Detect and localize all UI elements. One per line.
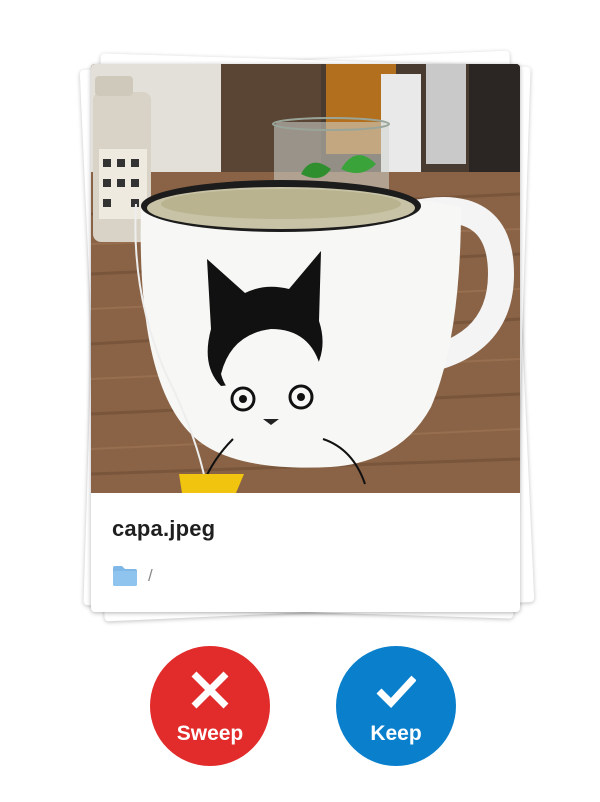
file-name: capa.jpeg <box>112 516 216 541</box>
keep-button[interactable]: Keep <box>336 646 456 766</box>
file-path: / <box>112 564 153 588</box>
sweeper-screen: capa.jpeg / Sweep Keep <box>0 0 600 802</box>
close-icon <box>191 671 229 709</box>
check-icon <box>376 675 416 709</box>
sweep-label: Sweep <box>176 722 244 745</box>
photo-preview <box>91 64 520 493</box>
photo-card[interactable]: capa.jpeg / <box>91 64 520 612</box>
folder-icon <box>113 566 137 586</box>
file-path-text: / <box>148 566 153 585</box>
keep-label: Keep <box>370 722 422 745</box>
sweep-button[interactable]: Sweep <box>150 646 270 766</box>
